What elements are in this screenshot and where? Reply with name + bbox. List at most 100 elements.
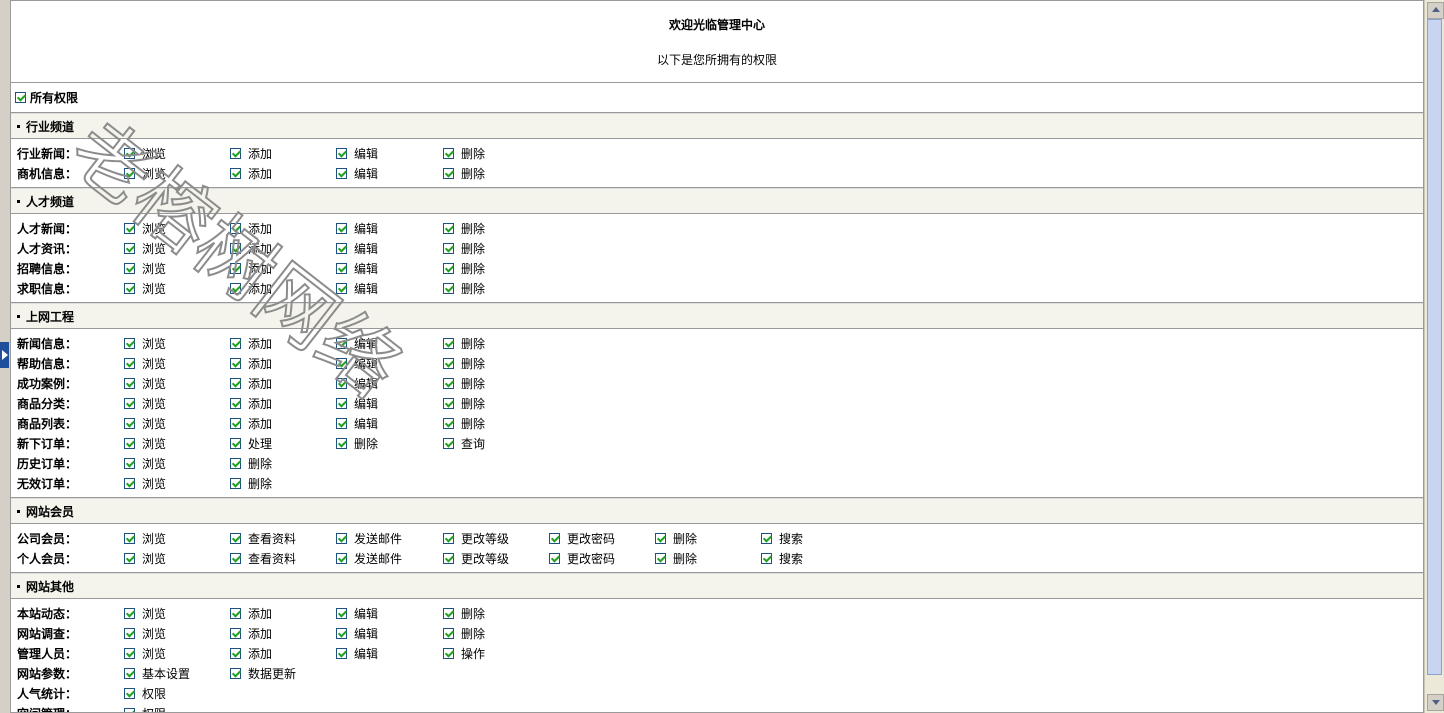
permission-checkbox[interactable] bbox=[443, 222, 454, 234]
permission-checkbox[interactable] bbox=[443, 147, 454, 159]
permission-checkbox[interactable] bbox=[336, 357, 347, 369]
permission-checkbox[interactable] bbox=[124, 222, 135, 234]
permission-checkbox[interactable] bbox=[336, 337, 347, 349]
permission-label: 发送邮件 bbox=[354, 531, 403, 546]
permission-checkbox[interactable] bbox=[230, 397, 241, 409]
permission-checkbox[interactable] bbox=[124, 552, 135, 564]
permission-checkbox[interactable] bbox=[443, 437, 454, 449]
permission-checkbox[interactable] bbox=[124, 707, 135, 712]
permission-checkbox[interactable] bbox=[230, 477, 241, 489]
permission-checkbox[interactable] bbox=[336, 262, 347, 274]
permission-checkbox[interactable] bbox=[230, 552, 241, 564]
permission-checkbox[interactable] bbox=[761, 532, 772, 544]
permission-checkbox[interactable] bbox=[443, 242, 454, 254]
permission-item: 删除 bbox=[443, 625, 485, 642]
permission-checkbox[interactable] bbox=[443, 397, 454, 409]
permission-checkbox[interactable] bbox=[124, 607, 135, 619]
permission-checkbox[interactable] bbox=[443, 627, 454, 639]
vertical-scrollbar[interactable] bbox=[1424, 0, 1444, 713]
permission-checkbox[interactable] bbox=[655, 532, 666, 544]
permission-checkbox[interactable] bbox=[230, 532, 241, 544]
permission-checkbox[interactable] bbox=[443, 357, 454, 369]
permission-checkbox[interactable] bbox=[230, 627, 241, 639]
permission-checkbox[interactable] bbox=[230, 457, 241, 469]
permission-checkbox[interactable] bbox=[124, 532, 135, 544]
permission-checkbox[interactable] bbox=[336, 282, 347, 294]
permission-checkbox[interactable] bbox=[124, 242, 135, 254]
scroll-down-icon[interactable] bbox=[1427, 694, 1444, 711]
permission-checkbox[interactable] bbox=[124, 437, 135, 449]
chevron-right-icon[interactable] bbox=[0, 342, 9, 368]
permission-checkbox[interactable] bbox=[230, 437, 241, 449]
permission-checkbox[interactable] bbox=[124, 262, 135, 274]
bullet-icon bbox=[17, 199, 20, 203]
permission-checkbox[interactable] bbox=[549, 532, 560, 544]
permission-checkbox[interactable] bbox=[124, 687, 135, 699]
permission-checkbox[interactable] bbox=[549, 552, 560, 564]
row-label: 网站参数： bbox=[17, 666, 78, 681]
permission-checkbox[interactable] bbox=[336, 647, 347, 659]
permission-checkbox[interactable] bbox=[124, 417, 135, 429]
permission-checkbox[interactable] bbox=[124, 337, 135, 349]
permission-checkbox[interactable] bbox=[124, 477, 135, 489]
permission-checkbox[interactable] bbox=[230, 167, 241, 179]
permission-checkbox[interactable] bbox=[336, 417, 347, 429]
permission-checkbox[interactable] bbox=[124, 457, 135, 469]
permission-item: 编辑 bbox=[336, 220, 378, 237]
main-frame: 欢迎光临管理中心 以下是您所拥有的权限 所有权限 行业频道 行业新闻： 浏览 添加 编辑… bbox=[10, 0, 1424, 713]
permission-checkbox[interactable] bbox=[443, 607, 454, 619]
permission-checkbox[interactable] bbox=[230, 337, 241, 349]
permission-checkbox[interactable] bbox=[124, 647, 135, 659]
permission-checkbox[interactable] bbox=[443, 417, 454, 429]
permission-checkbox[interactable] bbox=[336, 147, 347, 159]
permission-checkbox[interactable] bbox=[443, 532, 454, 544]
permission-checkbox[interactable] bbox=[230, 667, 241, 679]
permission-checkbox[interactable] bbox=[336, 397, 347, 409]
permission-checkbox[interactable] bbox=[336, 222, 347, 234]
all-permissions-checkbox[interactable] bbox=[15, 92, 26, 103]
scrollbar-thumb[interactable] bbox=[1427, 19, 1442, 675]
permission-checkbox[interactable] bbox=[655, 552, 666, 564]
permission-checkbox[interactable] bbox=[124, 667, 135, 679]
permission-checkbox[interactable] bbox=[230, 377, 241, 389]
permission-label: 添加 bbox=[248, 146, 273, 161]
permission-checkbox[interactable] bbox=[336, 377, 347, 389]
permission-checkbox[interactable] bbox=[230, 417, 241, 429]
permission-checkbox[interactable] bbox=[443, 377, 454, 389]
permission-checkbox[interactable] bbox=[336, 607, 347, 619]
row-label: 商机信息： bbox=[17, 166, 78, 181]
permission-checkbox[interactable] bbox=[443, 262, 454, 274]
permission-checkbox[interactable] bbox=[230, 282, 241, 294]
permission-checkbox[interactable] bbox=[230, 147, 241, 159]
permission-checkbox[interactable] bbox=[124, 357, 135, 369]
row-label: 人气统计： bbox=[17, 686, 78, 701]
permission-label: 浏览 bbox=[142, 531, 167, 546]
permission-checkbox[interactable] bbox=[443, 282, 454, 294]
permission-checkbox[interactable] bbox=[124, 377, 135, 389]
permission-checkbox[interactable] bbox=[124, 282, 135, 294]
permission-checkbox[interactable] bbox=[443, 337, 454, 349]
permission-item: 添加 bbox=[230, 625, 272, 642]
permission-checkbox[interactable] bbox=[230, 647, 241, 659]
permission-checkbox[interactable] bbox=[443, 552, 454, 564]
permission-checkbox[interactable] bbox=[761, 552, 772, 564]
permission-checkbox[interactable] bbox=[443, 167, 454, 179]
permission-item: 浏览 bbox=[124, 475, 166, 492]
permission-checkbox[interactable] bbox=[443, 647, 454, 659]
permission-checkbox[interactable] bbox=[124, 167, 135, 179]
permission-checkbox[interactable] bbox=[336, 532, 347, 544]
permission-checkbox[interactable] bbox=[336, 437, 347, 449]
permission-checkbox[interactable] bbox=[124, 397, 135, 409]
permission-checkbox[interactable] bbox=[230, 222, 241, 234]
permission-checkbox[interactable] bbox=[336, 552, 347, 564]
permission-checkbox[interactable] bbox=[230, 262, 241, 274]
permission-checkbox[interactable] bbox=[336, 627, 347, 639]
permission-checkbox[interactable] bbox=[124, 147, 135, 159]
scroll-up-icon[interactable] bbox=[1427, 2, 1444, 19]
permission-checkbox[interactable] bbox=[230, 242, 241, 254]
permission-checkbox[interactable] bbox=[230, 607, 241, 619]
permission-checkbox[interactable] bbox=[124, 627, 135, 639]
permission-checkbox[interactable] bbox=[336, 242, 347, 254]
permission-checkbox[interactable] bbox=[230, 357, 241, 369]
permission-checkbox[interactable] bbox=[336, 167, 347, 179]
